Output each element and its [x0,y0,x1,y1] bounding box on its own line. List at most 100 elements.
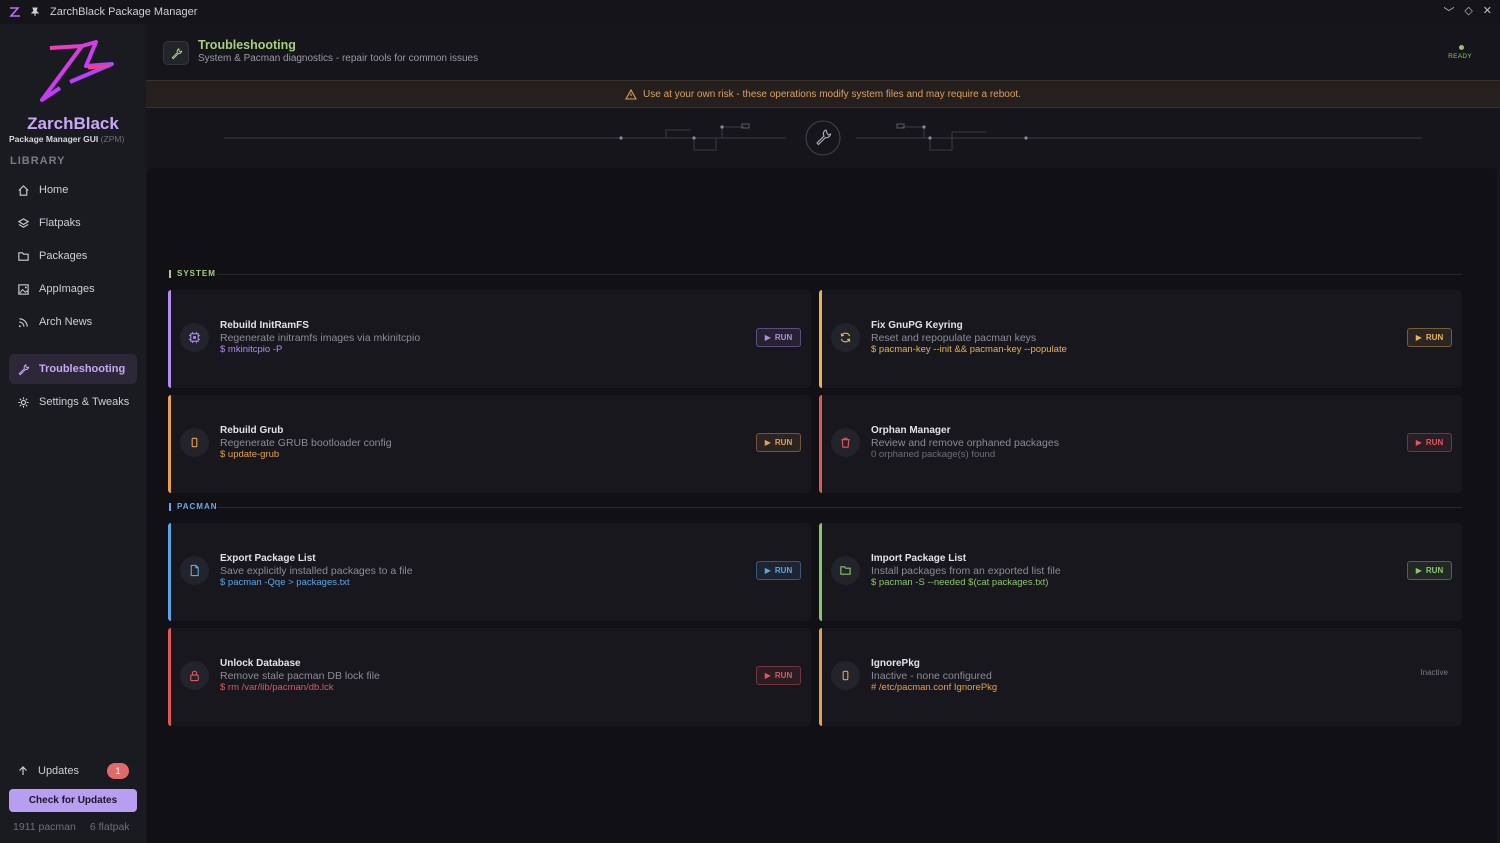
page-header: Troubleshooting System & Pacman diagnost… [146,24,1500,80]
close-icon[interactable]: ✕ [1483,4,1492,20]
window-title: ZarchBlack Package Manager [50,6,198,18]
card-command: $ pacman -S --needed $(cat packages.txt) [871,577,1049,588]
zarchblack-logo-icon [40,40,114,102]
card-orphan-manager: Orphan Manager Review and remove orphane… [819,395,1462,493]
run-button[interactable]: ▶ RUN [756,433,801,452]
card-ignorepkg: IgnorePkg Inactive - none configured # /… [819,628,1462,726]
card-description: Install packages from an exported list f… [871,565,1061,577]
lock-icon [190,670,199,682]
card-icon-box [831,661,860,690]
wrench-icon [171,47,182,59]
sidebar-item-flatpaks[interactable]: Flatpaks [9,208,137,238]
run-button[interactable]: ▶ RUN [1407,328,1452,347]
status-dot [1459,45,1464,50]
refresh-icon [840,332,851,343]
card-icon-box [180,428,209,457]
updates-row[interactable]: Updates 1 [9,760,137,782]
card-icon-box [831,428,860,457]
sidebar-item-troubleshooting[interactable]: Troubleshooting [9,354,137,384]
brand-subtitle: Package Manager GUI (ZPM) [9,134,125,144]
card-command: $ rm /var/lib/pacman/db.lck [220,682,334,693]
warning-icon [625,88,637,100]
title-bar: ZarchBlack Package Manager ﹀ ◇ ✕ [0,0,1500,24]
gear-icon [18,396,29,408]
play-icon: ▶ [764,671,771,680]
card-description: Save explicitly installed packages to a … [220,565,413,577]
play-icon: ▶ [1415,438,1422,447]
card-command: $ mkinitcpio -P [220,344,283,355]
sidebar-item-packages[interactable]: Packages [9,241,137,271]
file-icon [190,564,199,577]
rss-icon [18,317,28,327]
card-accent [819,395,822,493]
card-rebuild-initramfs: Rebuild InitRamFS Regenerate initramfs i… [168,290,811,388]
check-for-updates-button[interactable]: Check for Updates [9,789,137,812]
card-import-package-list: Import Package List Install packages fro… [819,523,1462,621]
play-icon: ▶ [764,566,771,575]
card-title: Unlock Database [220,658,301,669]
run-button[interactable]: ▶ RUN [756,666,801,685]
page-subtitle: System & Pacman diagnostics - repair too… [198,53,479,64]
trash-icon [841,437,850,448]
play-icon: ▶ [764,438,771,447]
card-icon-box [831,556,860,585]
box-icon [842,670,849,681]
card-rebuild-grub: Rebuild Grub Regenerate GRUB bootloader … [168,395,811,493]
updates-count-badge: 1 [107,763,129,779]
minimize-icon[interactable]: ﹀ [1443,4,1454,20]
sidebar-item-appimages[interactable]: AppImages [9,274,137,304]
image-icon [18,283,29,295]
card-title: Rebuild InitRamFS [220,320,309,331]
card-description: Remove stale pacman DB lock file [220,670,380,682]
card-unlock-database: Unlock Database Remove stale pacman DB l… [168,628,811,726]
section-system: SYSTEM [169,269,216,278]
divider [217,274,1462,275]
card-export-package-list: Export Package List Save explicitly inst… [168,523,811,621]
warning-banner: Use at your own risk - these operations … [146,80,1500,108]
card-accent [819,290,822,388]
card-description: Regenerate initramfs images via mkinitcp… [220,332,421,344]
play-icon: ▶ [1415,566,1422,575]
card-title: Fix GnuPG Keyring [871,320,963,331]
warning-text: Use at your own risk - these operations … [643,88,1021,100]
run-button[interactable]: ▶ RUN [756,561,801,580]
page-title: Troubleshooting [198,38,296,52]
main-panel: SYSTEM PACMAN Rebuild InitRamFS Regenera… [147,168,1497,843]
card-command: $ update-grub [220,449,280,460]
card-fix-gnupg-keyring: Fix GnuPG Keyring Reset and repopulate p… [819,290,1462,388]
divider [217,507,1462,508]
sidebar-item-home[interactable]: Home [9,175,137,205]
updates-label: Updates [38,765,79,777]
maximize-icon[interactable]: ◇ [1464,4,1472,20]
header-icon-box [163,41,189,65]
run-button[interactable]: ▶ RUN [1407,433,1452,452]
library-label: LIBRARY [10,155,66,167]
card-icon-box [180,661,209,690]
home-icon [18,184,29,196]
card-description: Regenerate GRUB bootloader config [220,437,392,449]
cpu-icon [188,331,201,344]
section-pacman: PACMAN [169,502,218,511]
card-command: $ pacman -Qqe > packages.txt [220,577,350,588]
card-command: $ pacman-key --init && pacman-key --popu… [871,344,1067,355]
sidebar-item-settings[interactable]: Settings & Tweaks [9,387,137,417]
card-icon-box [180,323,209,352]
pin-icon[interactable] [30,7,40,17]
card-accent [819,628,822,726]
folder-icon [18,251,29,261]
card-icon-box [831,323,860,352]
card-accent [168,523,171,621]
card-title: Export Package List [220,553,316,564]
card-command: # /etc/pacman.conf IgnorePkg [871,682,998,693]
card-accent [819,523,822,621]
run-button[interactable]: ▶ RUN [1407,561,1452,580]
card-accent [168,290,171,388]
brand-name: ZarchBlack [27,114,119,133]
card-accent [168,628,171,726]
sidebar-item-arch-news[interactable]: Arch News [9,307,137,337]
card-description: Reset and repopulate pacman keys [871,332,1037,344]
run-button[interactable]: ▶ RUN [756,328,801,347]
circuit-decoration [224,120,1422,156]
card-title: Rebuild Grub [220,425,284,436]
app-icon [9,7,20,17]
